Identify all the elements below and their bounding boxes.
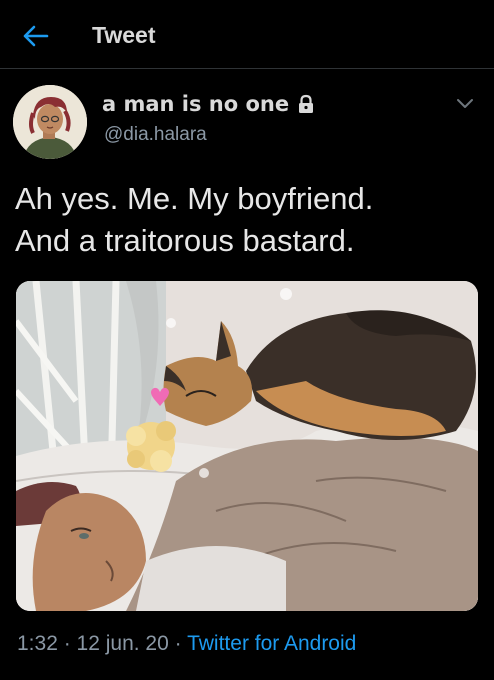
tweet-source-link[interactable]: Twitter for Android: [187, 632, 356, 655]
tweet-time[interactable]: 1:32: [17, 632, 58, 655]
meta-separator: ·: [57, 632, 77, 655]
chevron-down-icon[interactable]: [454, 94, 476, 112]
arrow-left-icon: [23, 25, 49, 47]
user-handle[interactable]: @dia.halara: [104, 124, 207, 146]
avatar[interactable]: [13, 85, 87, 159]
tweet-line-1: Ah yes. Me. My boyfriend.: [15, 181, 374, 216]
tweet-page: Tweet a man is no one @dia.halara Ah yes…: [0, 0, 494, 680]
back-button[interactable]: [18, 18, 54, 54]
top-bar: Tweet: [0, 0, 494, 69]
tweet-line-2: And a traitorous bastard.: [15, 223, 355, 258]
page-title: Tweet: [92, 22, 156, 48]
tweet-date[interactable]: 12 jun. 20: [77, 632, 169, 655]
tweet-metadata: 1:32 · 12 jun. 20 · Twitter for Android: [17, 632, 356, 656]
lock-icon: [299, 94, 314, 113]
tweet-text: Ah yes. Me. My boyfriend. And a traitoro…: [15, 178, 485, 262]
display-name-text: a man is no one: [102, 92, 290, 116]
display-name[interactable]: a man is no one: [102, 92, 315, 116]
tweet-media-image[interactable]: [16, 281, 478, 611]
meta-separator: ·: [168, 632, 188, 655]
